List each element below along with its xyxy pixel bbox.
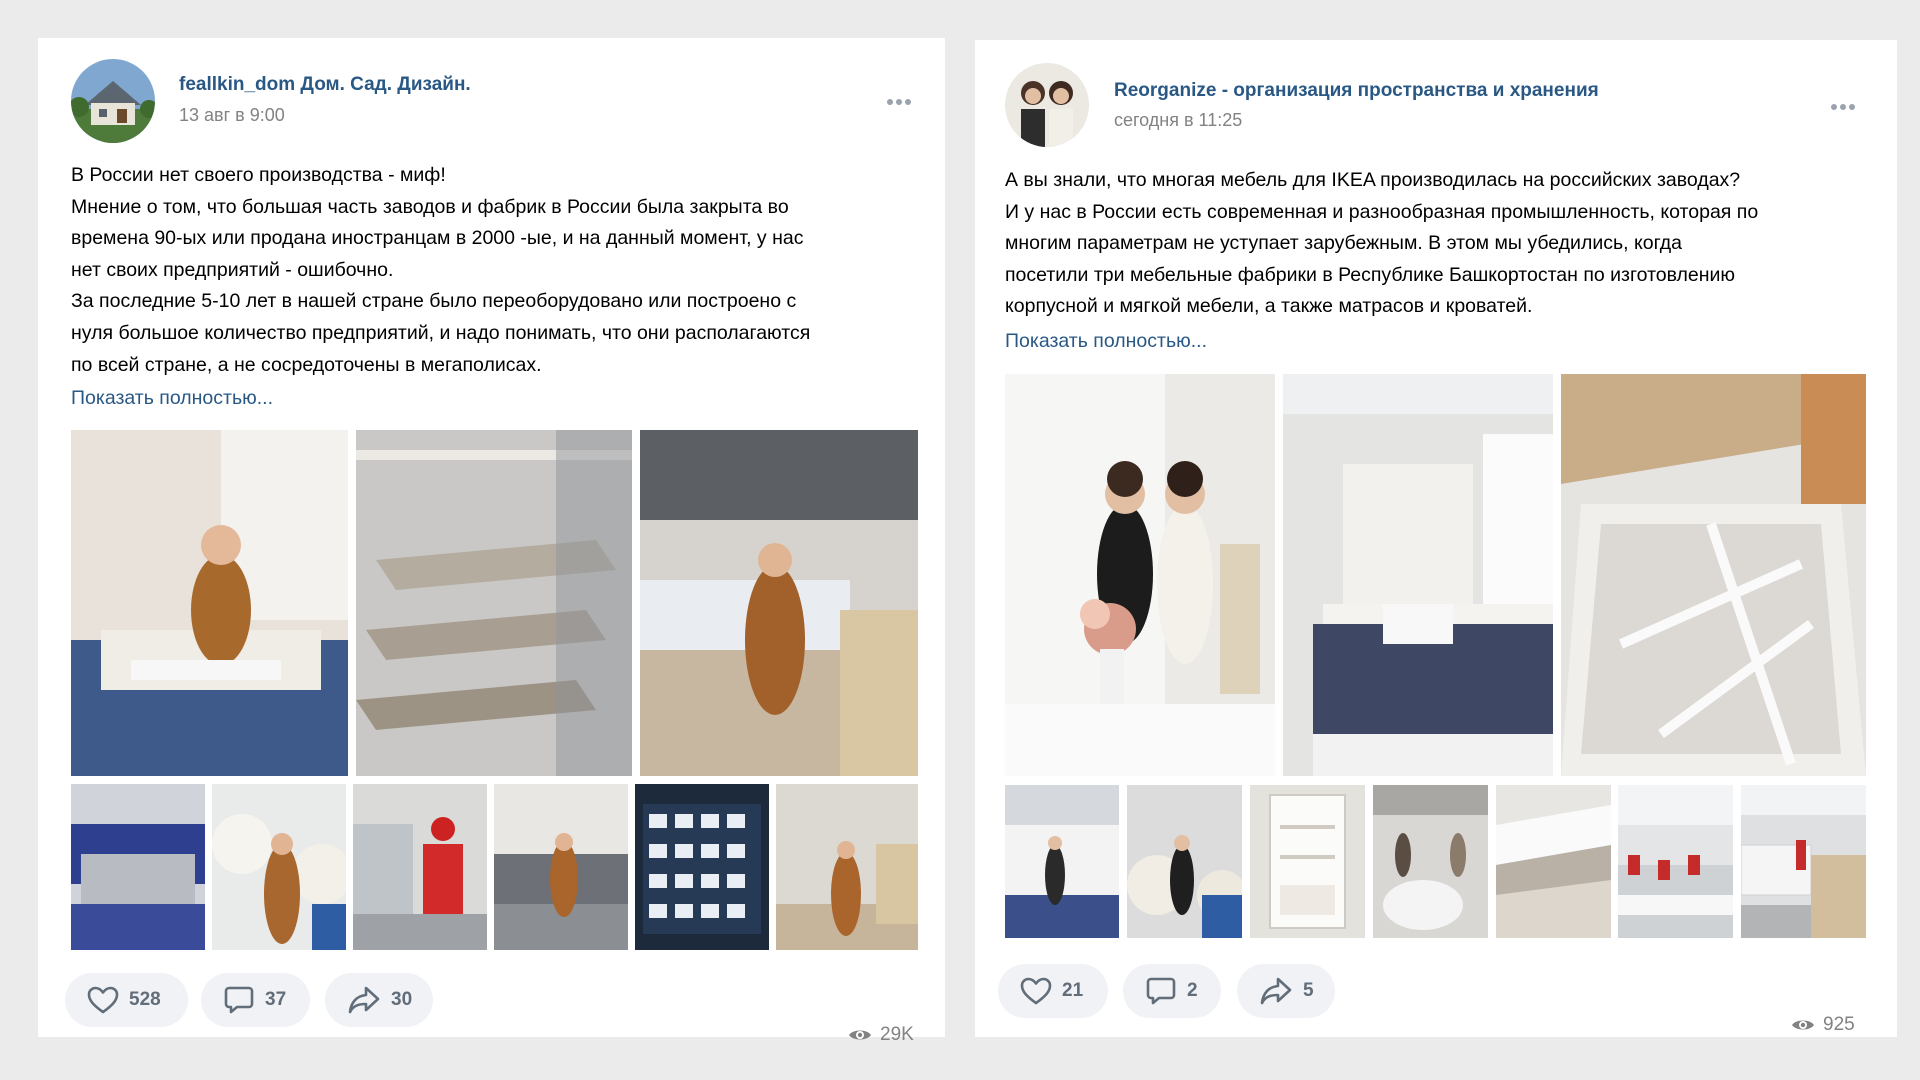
- post-text-line: посетили три мебельные фабрики в Республ…: [1005, 263, 1736, 286]
- heart-icon: [1020, 977, 1052, 1005]
- post-photo-thumb[interactable]: [1250, 785, 1365, 938]
- post-text-line: Мнение о том, что большая часть заводов …: [71, 195, 789, 218]
- post-text-line: нет своих предприятий - ошибочно.: [71, 258, 394, 281]
- like-count: 528: [129, 989, 161, 1010]
- avatar-two-women-image: [1005, 63, 1089, 147]
- post-photo[interactable]: [71, 430, 348, 776]
- post-photo-thumb[interactable]: [635, 784, 769, 950]
- author-name[interactable]: Reorganize - организация пространства и …: [1114, 80, 1599, 102]
- views-counter: 29K: [848, 1024, 914, 1046]
- post-photo-thumb[interactable]: [1618, 785, 1733, 938]
- post-time[interactable]: сегодня в 11:25: [1114, 110, 1242, 131]
- post-card: Reorganize - организация пространства и …: [975, 40, 1897, 1037]
- more-dots-icon[interactable]: [887, 99, 911, 105]
- comment-icon: [1146, 977, 1176, 1005]
- post-text-line: А вы знали, что многая мебель для IKEA п…: [1005, 169, 1741, 191]
- share-button[interactable]: 30: [325, 973, 433, 1027]
- post-text-line: времена 90-ых или продана иностранцам в …: [71, 227, 804, 250]
- comment-button[interactable]: 37: [201, 973, 310, 1027]
- more-dots-icon[interactable]: [1831, 104, 1855, 110]
- post-photo-thumb[interactable]: [71, 784, 205, 950]
- eye-icon: [849, 1030, 871, 1040]
- post-photo-thumb[interactable]: [353, 784, 487, 950]
- post-text-line: И у нас в России есть современная и разн…: [1005, 200, 1759, 223]
- post-photo-thumb[interactable]: [1127, 785, 1242, 938]
- post-text-line: многим параметрам не уступает зарубежным…: [1005, 232, 1683, 255]
- post-text-line: За последние 5-10 лет в нашей стране был…: [71, 290, 797, 313]
- like-count: 21: [1062, 980, 1084, 1001]
- post-text-line: корпусной и мягкой мебели, а также матра…: [1005, 295, 1533, 318]
- post-photo[interactable]: [640, 430, 918, 776]
- views-counter: 925: [1791, 1014, 1855, 1036]
- post-photo[interactable]: [1561, 374, 1866, 776]
- post-photo-thumb[interactable]: [212, 784, 346, 950]
- post-text-line: В России нет своего производства - миф!: [71, 164, 446, 186]
- avatar-house-image: [71, 59, 155, 143]
- post-card: feallkin_dom Дом. Сад. Дизайн. 13 авг в …: [38, 38, 945, 1045]
- comment-count: 37: [265, 989, 287, 1010]
- post-photo-thumb[interactable]: [776, 784, 918, 950]
- post-photo-thumb[interactable]: [1496, 785, 1611, 938]
- like-button[interactable]: 528: [65, 973, 188, 1027]
- post-time[interactable]: 13 авг в 9:00: [179, 105, 285, 126]
- post-photo-thumb[interactable]: [1373, 785, 1488, 938]
- post-photo[interactable]: [1283, 374, 1553, 776]
- share-count: 5: [1303, 980, 1314, 1001]
- avatar[interactable]: [1005, 63, 1089, 147]
- comment-icon: [224, 986, 254, 1014]
- share-icon: [348, 986, 380, 1014]
- post-text: А вы знали, что многая мебель для IKEA п…: [1005, 165, 1758, 323]
- share-count: 30: [391, 989, 413, 1010]
- author-name[interactable]: feallkin_dom Дом. Сад. Дизайн.: [179, 74, 471, 96]
- share-button[interactable]: 5: [1237, 964, 1335, 1018]
- show-more-link[interactable]: Показать полностью...: [71, 387, 273, 410]
- comment-button[interactable]: 2: [1123, 964, 1221, 1018]
- post-photo-thumb[interactable]: [1741, 785, 1866, 938]
- share-icon: [1260, 977, 1292, 1005]
- comment-count: 2: [1187, 980, 1198, 1001]
- post-photo-thumb[interactable]: [1005, 785, 1119, 938]
- heart-icon: [87, 986, 119, 1014]
- post-text-line: по всей стране, а не сосредоточены в мег…: [71, 353, 542, 376]
- views-count: 925: [1823, 1014, 1855, 1035]
- post-text-line: нуля большое количество предприятий, и н…: [71, 321, 811, 344]
- like-button[interactable]: 21: [998, 964, 1108, 1018]
- eye-icon: [1792, 1020, 1814, 1030]
- post-text: В России нет своего производства - миф! …: [71, 160, 810, 381]
- avatar[interactable]: [71, 59, 155, 143]
- views-count: 29K: [880, 1024, 914, 1045]
- post-photo-thumb[interactable]: [494, 784, 628, 950]
- show-more-link[interactable]: Показать полностью...: [1005, 330, 1207, 353]
- post-photo[interactable]: [356, 430, 632, 776]
- post-photo[interactable]: [1005, 374, 1275, 776]
